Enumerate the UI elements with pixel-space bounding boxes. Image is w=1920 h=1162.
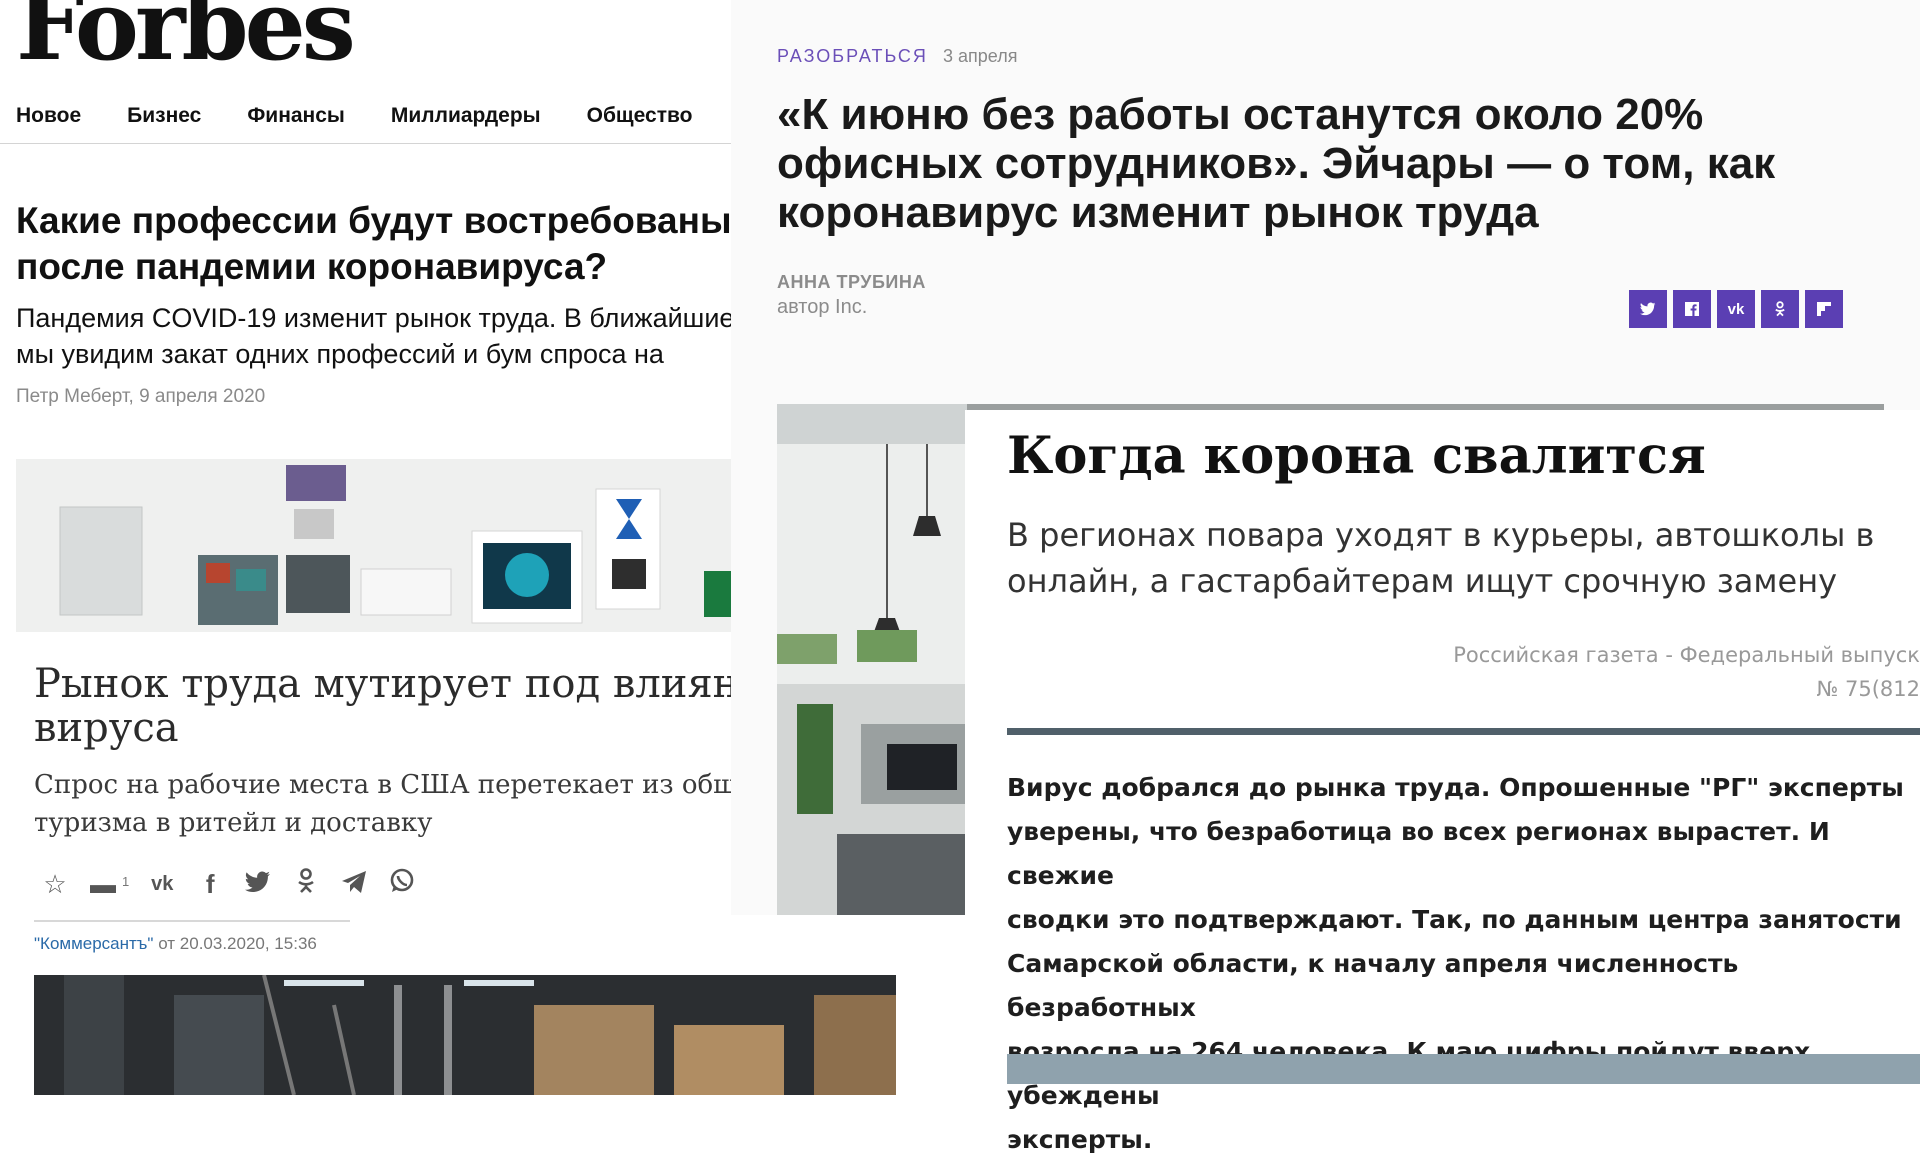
facebook-icon[interactable]: f [195,869,225,899]
forbes-logo[interactable]: Forbes [16,0,356,74]
rg-body-line: сводки это подтверждают. Так, по данным … [1007,905,1902,934]
forbes-headline[interactable]: Какие профессии будут востребованы после… [16,198,756,290]
rg-divider [1007,728,1920,735]
nav-item-business[interactable]: Бизнес [127,104,201,128]
kommersant-subtitle: Спрос на рабочие места в США перетекает … [34,766,843,842]
rg-publication-info: Российская газета - Федеральный выпуск №… [1453,638,1920,706]
warehouse-photo-illustration [34,975,896,1095]
kommersant-headline-line: вируса [34,705,179,751]
flipboard-share-button[interactable] [1805,290,1843,328]
rg-body-line: Вирус добрался до рынка труда. Опрошенны… [1007,773,1904,802]
rg-body: Вирус добрался до рынка труда. Опрошенны… [1007,766,1912,1162]
inc-headline-line: «К июню без работы останутся около 20% [777,90,1704,139]
comment-icon[interactable]: ▬ [88,869,118,899]
nav-divider [0,143,735,144]
kommersant-share-bar: ☆ ▬ 1 vk f [40,868,417,900]
source-link[interactable]: "Коммерсантъ" [34,934,153,953]
rg-body-line: Самарской области, к началу апреля числе… [1007,949,1739,1022]
forbes-headline-line: Какие профессии будут востребованы [16,200,732,241]
rg-article-panel: Когда корона свалится В регионах повара … [965,410,1920,1154]
twitter-icon [1640,302,1656,316]
forbes-article-panel: Forbes Новое Бизнес Финансы Миллиардеры … [0,0,735,1080]
favorite-icon[interactable]: ☆ [40,869,70,899]
inc-date: 3 апреля [943,46,1018,66]
vk-share-button[interactable]: vk [1717,290,1755,328]
vk-icon[interactable]: vk [147,869,177,899]
rg-body-line: уверены, что безработица во всех региона… [1007,817,1830,890]
kommersant-source-line: "Коммерсантъ" от 20.03.2020, 15:36 [34,934,317,954]
inc-headline-line: коронавирус изменит рынок труда [777,188,1539,237]
nav-item-finance[interactable]: Финансы [247,104,345,128]
nav-item-new[interactable]: Новое [16,104,81,128]
forbes-nav: Новое Бизнес Финансы Миллиардеры Обществ… [16,104,692,128]
comment-count: 1 [122,873,130,889]
inc-headline-line: офисных сотрудников». Эйчары — о том, ка… [777,139,1776,188]
rg-lead-line: онлайн, а гастарбайтерам ищут срочную за… [1007,562,1838,600]
inc-author[interactable]: АННА ТРУБИНА [777,272,926,293]
nav-item-billionaires[interactable]: Миллиардеры [391,104,541,128]
inc-headline[interactable]: «К июню без работы останутся около 20% о… [777,90,1897,237]
twitter-share-button[interactable] [1629,290,1667,328]
source-date: от 20.03.2020, 15:36 [153,934,317,953]
rg-issue-number: № 75(812 [1816,677,1920,701]
facebook-icon [1685,302,1699,316]
forbes-lead-line: мы увидим закат одних профессий и бум сп… [16,339,664,369]
rg-lead-line: В регионах повара уходят в курьеры, авто… [1007,516,1875,554]
flipboard-icon [1817,302,1831,316]
share-divider [34,920,350,922]
warehouse-photo [34,975,896,1095]
kommersant-headline-line: Рынок труда мутирует под влиянием [34,661,821,707]
inc-section-tag[interactable]: РАЗОБРАТЬСЯ [777,46,928,67]
inc-share-buttons: vk [1629,290,1843,328]
office-wall-illustration [16,459,735,632]
forbes-byline: Петр Меберт, 9 апреля 2020 [16,386,266,407]
forbes-article-image [16,459,735,632]
inc-author-role: автор Inc. [777,296,868,318]
kommersant-subtitle-line: Спрос на рабочие места в США перетекает … [34,770,843,800]
forbes-lead: Пандемия COVID-19 изменит рынок труда. В… [16,300,734,372]
rg-body-line: эксперты. [1007,1125,1153,1154]
forbes-lead-line: Пандемия COVID-19 изменит рынок труда. В… [16,303,735,333]
odnoklassniki-icon[interactable] [291,868,321,900]
kommersant-headline[interactable]: Рынок труда мутирует под влиянием вируса [34,662,821,750]
kommersant-subtitle-line: туризма в ритейл и доставку [34,808,433,838]
twitter-icon[interactable] [243,869,273,899]
odnoklassniki-icon [1775,301,1785,317]
odnoklassniki-share-button[interactable] [1761,290,1799,328]
forbes-headline-line: после пандемии коронавируса? [16,246,608,287]
whatsapp-icon[interactable] [387,868,417,900]
rg-headline[interactable]: Когда корона свалится [1007,426,1706,486]
nav-item-society[interactable]: Общество [587,104,693,128]
rg-lead: В регионах повара уходят в курьеры, авто… [1007,512,1907,604]
vk-icon: vk [1727,300,1745,318]
facebook-share-button[interactable] [1673,290,1711,328]
rg-publication-name[interactable]: Российская газета - Федеральный выпуск [1453,638,1920,672]
telegram-icon[interactable] [339,869,369,899]
